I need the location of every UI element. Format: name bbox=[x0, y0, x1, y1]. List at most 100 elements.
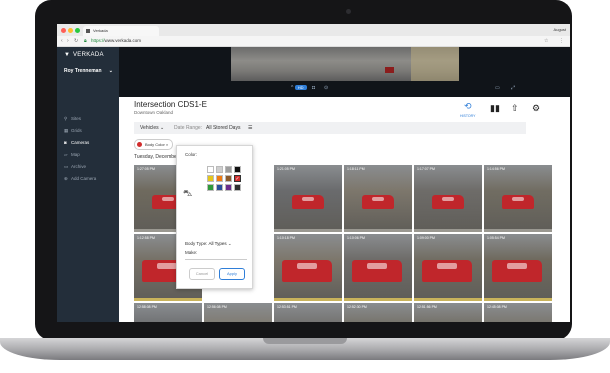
make-label: Make: bbox=[185, 250, 198, 255]
color-swatch[interactable] bbox=[225, 166, 232, 173]
tile-timestamp: 1:09:00 PM bbox=[417, 236, 435, 240]
vehicle-snapshot-tile[interactable]: 1:05:54 PM bbox=[484, 234, 552, 301]
vehicle-window bbox=[371, 196, 385, 201]
chevron-down-icon: ⌄ bbox=[160, 125, 165, 131]
forward-arrow-icon[interactable]: › bbox=[67, 36, 69, 46]
history-icon[interactable]: ⟲ bbox=[464, 101, 472, 112]
analytics-icon[interactable]: ▮▮ bbox=[490, 103, 500, 114]
reload-icon[interactable]: ↻ bbox=[74, 36, 78, 46]
sidebar-item-add-camera[interactable]: ⊕ Add Camera bbox=[64, 175, 96, 183]
vehicle-snapshot-tile[interactable]: 12:51:56 PM bbox=[414, 303, 482, 322]
grid-icon: ▦ bbox=[64, 128, 69, 133]
color-swatch[interactable]: ✓ bbox=[234, 175, 241, 182]
star-icon[interactable]: ☆ bbox=[544, 36, 548, 46]
color-swatch[interactable] bbox=[234, 184, 241, 191]
vehicle-snapshot-tile[interactable]: 12:45:08 PM bbox=[484, 303, 552, 322]
profile-name[interactable]: August bbox=[554, 24, 566, 36]
color-swatch[interactable] bbox=[225, 175, 232, 182]
date-range-select[interactable]: All Stored Days bbox=[206, 122, 240, 134]
vehicle-snapshot-tile[interactable]: 1:18:11 PM bbox=[344, 165, 412, 232]
address-bar: ‹ › ↻ 🔒︎ https://www.verkada.com ☆ ⋮ bbox=[57, 36, 570, 47]
archive-icon: ▭ bbox=[64, 164, 69, 169]
vehicle-snapshot-tile[interactable]: 1:10:18 PM bbox=[274, 234, 342, 301]
vehicle-window bbox=[437, 262, 457, 270]
body-type-select[interactable]: All Types bbox=[208, 241, 226, 246]
close-window-icon[interactable] bbox=[61, 28, 66, 33]
webcam bbox=[346, 9, 351, 14]
vehicle-snapshot-tile[interactable]: 1:17:07 PM bbox=[414, 165, 482, 232]
make-input[interactable] bbox=[185, 259, 247, 260]
verkada-logo-icon: ▼ bbox=[64, 52, 71, 58]
tile-timestamp: 12:45:08 PM bbox=[487, 305, 507, 309]
back-arrow-icon[interactable]: ‹ bbox=[61, 36, 63, 46]
red-vehicle bbox=[352, 260, 402, 282]
user-menu[interactable]: Roy Trenneman ⌄ bbox=[57, 65, 119, 77]
color-swatch[interactable] bbox=[234, 166, 241, 173]
vehicle-snapshot-tile[interactable]: 12:52:30 PM bbox=[344, 303, 412, 322]
sidewalk-strip bbox=[414, 298, 482, 301]
sidewalk-strip bbox=[344, 298, 412, 301]
vehicle-snapshot-tile[interactable]: 1:14:56 PM bbox=[484, 165, 552, 232]
apply-button[interactable]: Apply bbox=[219, 268, 245, 280]
vehicle-window bbox=[157, 262, 177, 270]
sidewalk-strip bbox=[274, 298, 342, 301]
red-vehicle bbox=[282, 260, 332, 282]
body-color-chip[interactable]: Body Color × bbox=[134, 139, 174, 150]
chevron-down-icon: ⌄ bbox=[227, 241, 232, 246]
sidewalk-strip bbox=[484, 298, 552, 301]
fullscreen-icon[interactable]: ⤢ bbox=[511, 84, 515, 92]
sidewalk-strip bbox=[274, 229, 342, 232]
quality-toggle[interactable]: ^ HD bbox=[291, 84, 307, 92]
browser-tab[interactable]: Verkada bbox=[83, 26, 159, 36]
color-swatch[interactable] bbox=[216, 184, 223, 191]
sidebar-item-sites[interactable]: ⚲ Sites bbox=[64, 115, 81, 123]
maximize-window-icon[interactable] bbox=[75, 28, 80, 33]
date-range-label: Date Range: bbox=[174, 125, 203, 131]
vehicle-snapshot-tile[interactable]: 12:56:08 PM bbox=[204, 303, 272, 322]
vehicle-snapshot-tile[interactable]: 1:10:06 PM bbox=[344, 234, 412, 301]
plus-circle-icon: ⊕ bbox=[64, 176, 68, 181]
color-swatch[interactable] bbox=[216, 166, 223, 173]
zoom-icon[interactable]: ⊙ bbox=[324, 84, 328, 92]
red-vehicle bbox=[362, 195, 394, 209]
tile-timestamp: 1:27:05 PM bbox=[137, 167, 155, 171]
pin-icon: ⚲ bbox=[64, 116, 68, 121]
tile-timestamp: 1:14:56 PM bbox=[487, 167, 505, 171]
sidebar-item-map[interactable]: ▱ Map bbox=[64, 151, 80, 159]
url-field[interactable]: https://www.verkada.com bbox=[91, 36, 141, 46]
vehicle-window bbox=[161, 196, 175, 201]
sidebar-item-archive[interactable]: ▭ Archive bbox=[64, 163, 86, 171]
sidewalk-strip bbox=[414, 229, 482, 232]
tile-timestamp: 1:18:11 PM bbox=[347, 167, 365, 171]
history-tab-label[interactable]: HISTORY bbox=[460, 114, 475, 118]
vehicle-snapshot-tile[interactable]: 12:58:08 PM bbox=[134, 303, 202, 322]
color-swatch[interactable] bbox=[216, 175, 223, 182]
pip-icon[interactable]: ▭ bbox=[495, 84, 500, 92]
more-vertical-icon[interactable]: ⋮ bbox=[559, 36, 564, 46]
sidebar-item-grids[interactable]: ▦ Grids bbox=[64, 127, 82, 135]
filter-settings-icon[interactable]: ☰ bbox=[248, 122, 252, 134]
gear-icon[interactable]: ⚙ bbox=[532, 103, 540, 114]
color-swatch[interactable] bbox=[225, 184, 232, 191]
tile-timestamp: 1:12:58 PM bbox=[137, 236, 155, 240]
vehicle-window bbox=[297, 262, 317, 270]
color-swatch[interactable] bbox=[207, 175, 214, 182]
color-swatch[interactable] bbox=[207, 184, 214, 191]
vehicle-snapshot-tile[interactable]: 1:09:00 PM bbox=[414, 234, 482, 301]
car-icon: ⛍ bbox=[183, 188, 193, 198]
minimize-window-icon[interactable] bbox=[68, 28, 73, 33]
tile-timestamp: 12:51:56 PM bbox=[417, 305, 437, 309]
tile-timestamp: 12:58:08 PM bbox=[137, 305, 157, 309]
close-icon[interactable]: × bbox=[166, 142, 168, 147]
vehicles-dropdown[interactable]: Vehicles ⌄ bbox=[140, 122, 164, 134]
color-swatch[interactable] bbox=[207, 166, 214, 173]
vehicle-window bbox=[511, 196, 525, 201]
vehicle-snapshot-tile[interactable]: 1:21:05 PM bbox=[274, 165, 342, 232]
vehicle-snapshot-tile[interactable]: 12:53:51 PM bbox=[274, 303, 342, 322]
snapshot-icon[interactable]: ◘ bbox=[312, 84, 315, 92]
cancel-button[interactable]: Cancel bbox=[189, 268, 215, 280]
red-vehicle bbox=[492, 260, 542, 282]
sidebar-item-cameras[interactable]: ◙ Cameras bbox=[64, 139, 89, 147]
video-feed[interactable] bbox=[231, 47, 459, 81]
share-icon[interactable]: ⇧ bbox=[511, 103, 519, 114]
